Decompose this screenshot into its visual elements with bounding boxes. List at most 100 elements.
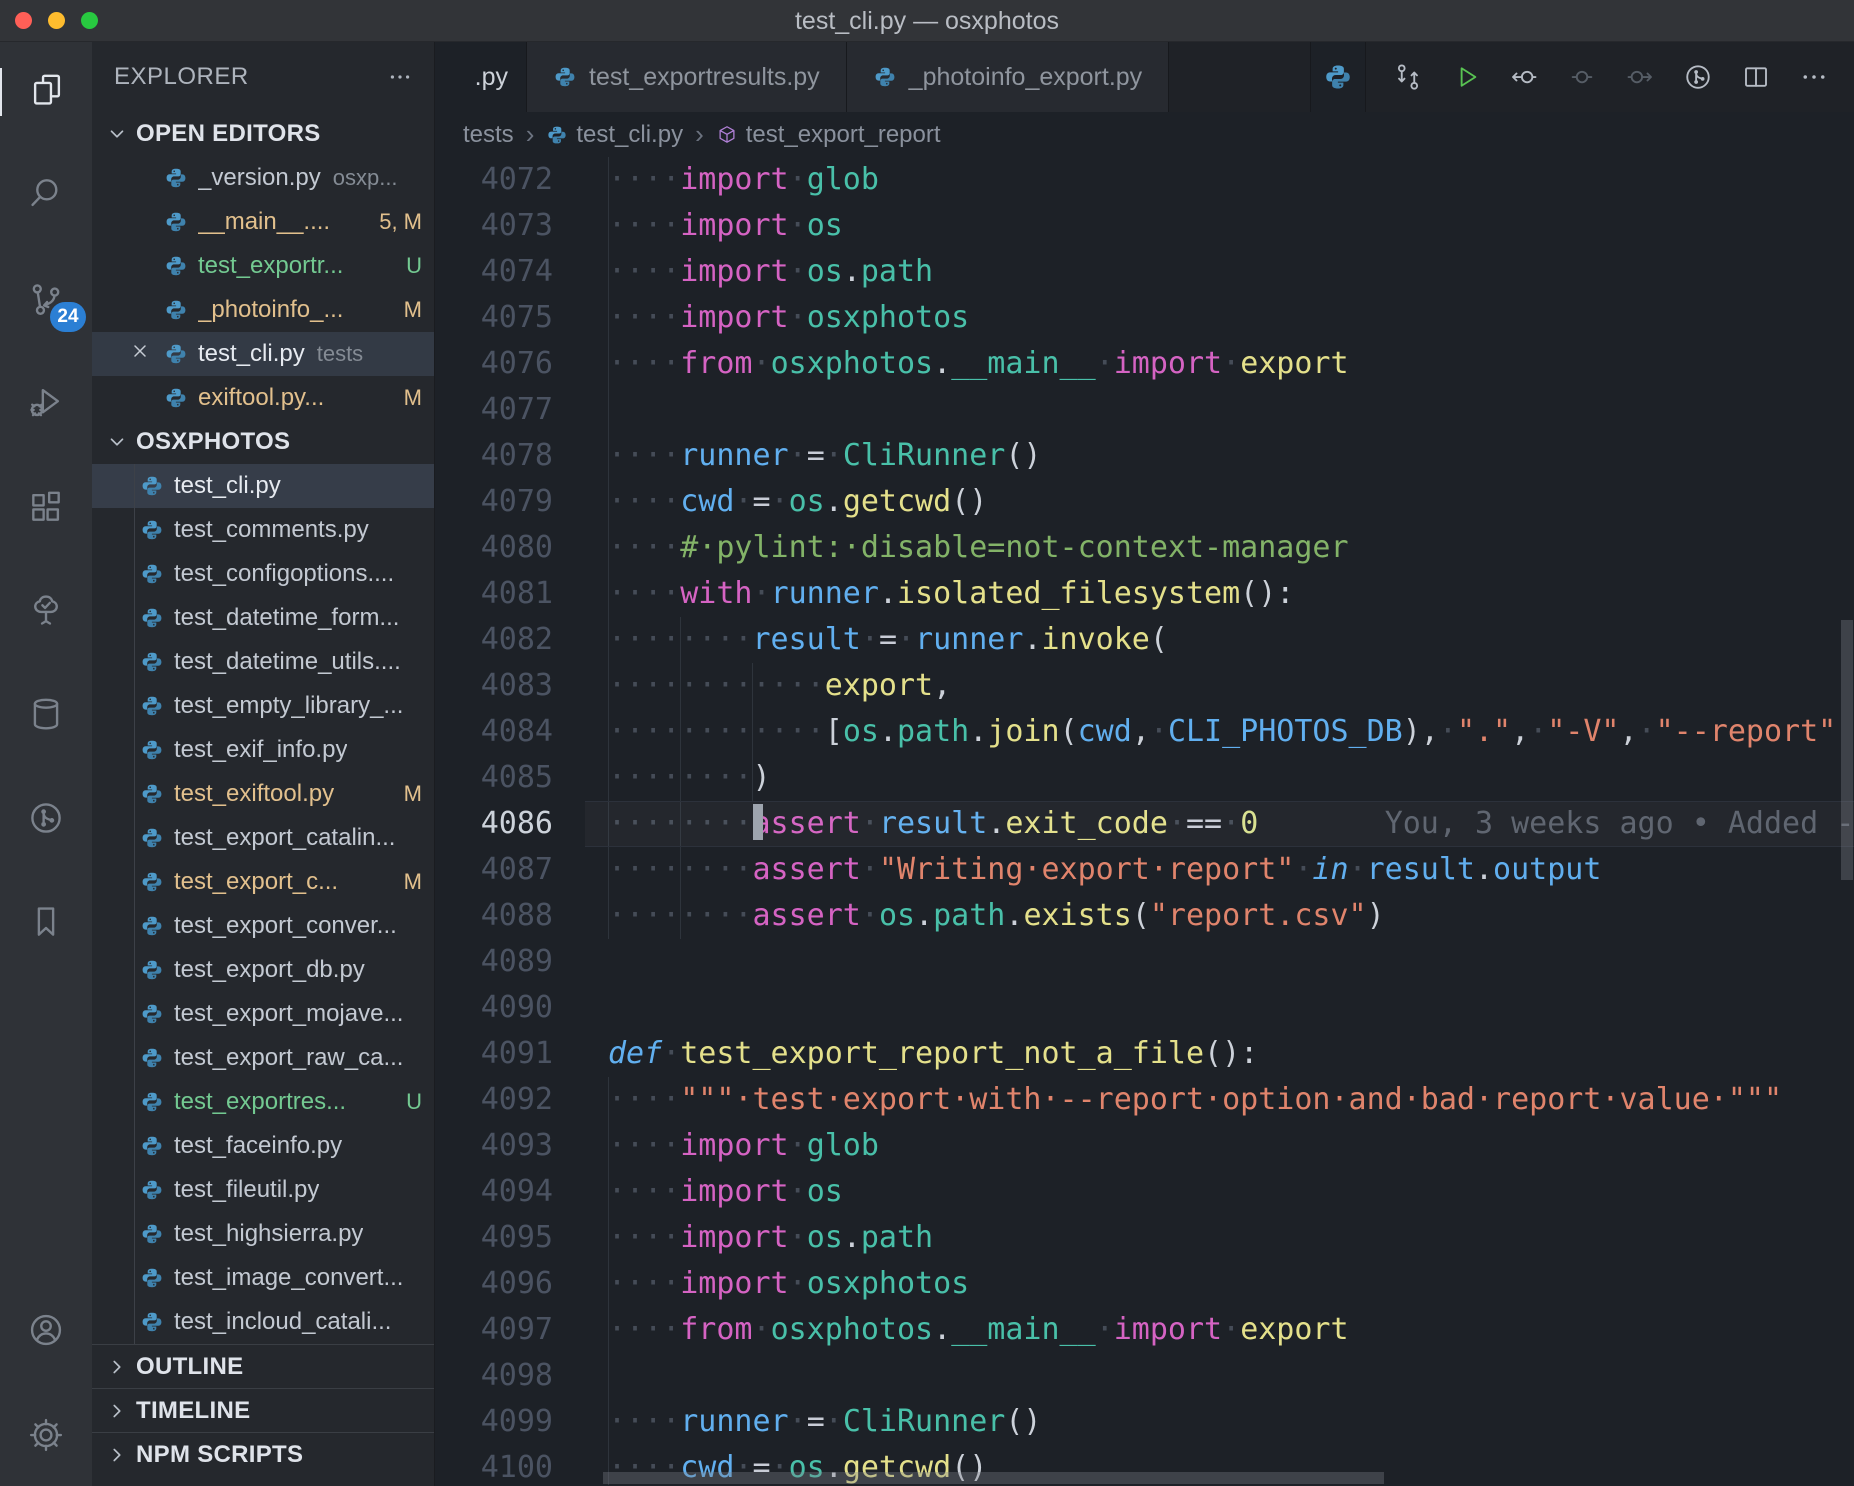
code-line-4081[interactable]: 4081····with·runner.isolated_filesystem(…	[435, 571, 1854, 617]
code-line-4097[interactable]: 4097····from·osxphotos.__main__·import·e…	[435, 1307, 1854, 1353]
code-line-4098[interactable]: 4098	[435, 1353, 1854, 1399]
code-line-4096[interactable]: 4096····import·osxphotos	[435, 1261, 1854, 1307]
breadcrumb-item[interactable]: test_cli.py	[546, 121, 683, 149]
code-line-4075[interactable]: 4075····import·osxphotos	[435, 295, 1854, 341]
tab-_photoinfo_export-py[interactable]: _photoinfo_export.py	[847, 42, 1170, 112]
code-line-4086[interactable]: 4086········assert·result.exit_code·==·0…	[435, 801, 1854, 847]
code-line-4087[interactable]: 4087········assert·"Writing·export·repor…	[435, 847, 1854, 893]
code-line-4085[interactable]: 4085········)	[435, 755, 1854, 801]
line-number: 4089	[435, 939, 553, 985]
git-graph-activity-item[interactable]	[0, 796, 92, 844]
file-tree-item[interactable]: test_image_convert...	[92, 1256, 434, 1300]
open-editor-item[interactable]: _photoinfo_...M	[92, 288, 434, 332]
python-file-icon	[164, 386, 188, 410]
section-header-outline[interactable]: OUTLINE	[92, 1344, 434, 1388]
breadcrumb-item[interactable]: test_export_report	[716, 121, 941, 149]
line-content: ····import·osxphotos	[553, 295, 969, 341]
search-icon	[27, 174, 65, 217]
breadcrumb-item[interactable]: tests	[463, 121, 514, 149]
split-editor-icon[interactable]	[1740, 54, 1772, 100]
nav-current-icon[interactable]	[1566, 54, 1598, 100]
database-activity-item[interactable]	[0, 692, 92, 740]
file-tree-item[interactable]: test_export_catalin...	[92, 816, 434, 860]
code-line-4077[interactable]: 4077	[435, 387, 1854, 433]
close-icon[interactable]	[130, 340, 150, 368]
file-tree-item[interactable]: test_empty_library_...	[92, 684, 434, 728]
code-line-4073[interactable]: 4073····import·os	[435, 203, 1854, 249]
nav-back-icon[interactable]	[1508, 54, 1540, 100]
file-tree-item[interactable]: test_cli.py	[92, 464, 434, 508]
file-tree-item[interactable]: test_exiftool.pyM	[92, 772, 434, 816]
file-tree-item[interactable]: test_export_c...M	[92, 860, 434, 904]
file-tree-item[interactable]: test_faceinfo.py	[92, 1124, 434, 1168]
code-line-4082[interactable]: 4082········result·=·runner.invoke(	[435, 617, 1854, 663]
open-editor-item[interactable]: __main__....5, M	[92, 200, 434, 244]
code-line-4094[interactable]: 4094····import·os	[435, 1169, 1854, 1215]
git-graph-circle-icon[interactable]	[1682, 54, 1714, 100]
section-header-timeline[interactable]: TIMELINE	[92, 1388, 434, 1432]
line-number: 4093	[435, 1123, 553, 1169]
file-tree-item[interactable]: test_datetime_utils....	[92, 640, 434, 684]
open-editor-item[interactable]: test_cli.pytests	[92, 332, 434, 376]
code-line-4080[interactable]: 4080····#·pylint:·disable=not-context-ma…	[435, 525, 1854, 571]
more-actions-icon[interactable]	[1798, 54, 1830, 100]
nav-forward-icon[interactable]	[1624, 54, 1656, 100]
tab-test_exportresults-py[interactable]: test_exportresults.py	[527, 42, 847, 112]
testing-activity-item[interactable]	[0, 588, 92, 636]
code-line-4088[interactable]: 4088········assert·os.path.exists("repor…	[435, 893, 1854, 939]
code-line-4090[interactable]: 4090	[435, 985, 1854, 1031]
file-tree-item[interactable]: test_export_raw_ca...	[92, 1036, 434, 1080]
editor-code-area[interactable]: 4072····import·glob4073····import·os4074…	[435, 157, 1854, 1486]
code-line-4099[interactable]: 4099····runner·=·CliRunner()	[435, 1399, 1854, 1445]
python-file-icon	[140, 1134, 164, 1158]
run-debug-activity-item[interactable]	[0, 380, 92, 428]
file-tree-item[interactable]: test_comments.py	[92, 508, 434, 552]
file-tree-item[interactable]: test_fileutil.py	[92, 1168, 434, 1212]
section-header-npm-scripts[interactable]: NPM SCRIPTS	[92, 1432, 434, 1476]
file-tree-item[interactable]: test_exif_info.py	[92, 728, 434, 772]
extensions-activity-item[interactable]	[0, 485, 92, 533]
settings-gear-activity-item[interactable]	[0, 1413, 92, 1461]
code-line-4083[interactable]: 4083············export,	[435, 663, 1854, 709]
explorer-more-actions-icon[interactable]	[382, 59, 418, 95]
account-activity-item[interactable]	[0, 1308, 92, 1356]
file-tree-item[interactable]: test_highsierra.py	[92, 1212, 434, 1256]
breadcrumb-separator: ›	[695, 119, 704, 150]
code-line-4074[interactable]: 4074····import·os.path	[435, 249, 1854, 295]
open-editors-section-header[interactable]: OPEN EDITORS	[92, 112, 434, 156]
code-line-4079[interactable]: 4079····cwd·=·os.getcwd()	[435, 479, 1854, 525]
code-line-4076[interactable]: 4076····from·osxphotos.__main__·import·e…	[435, 341, 1854, 387]
code-line-4072[interactable]: 4072····import·glob	[435, 157, 1854, 203]
run-icon[interactable]	[1450, 54, 1482, 100]
code-line-4093[interactable]: 4093····import·glob	[435, 1123, 1854, 1169]
open-editor-item[interactable]: _version.pyosxp...	[92, 156, 434, 200]
editor-toolbar	[1310, 42, 1830, 112]
open-changes-icon[interactable]	[1392, 54, 1424, 100]
file-tree-item[interactable]: test_configoptions....	[92, 552, 434, 596]
file-tree-item[interactable]: test_export_mojave...	[92, 992, 434, 1036]
file-tree-item[interactable]: test_exportres...U	[92, 1080, 434, 1124]
code-line-4091[interactable]: 4091def·test_export_report_not_a_file():	[435, 1031, 1854, 1077]
source-control-activity-item[interactable]: 24	[0, 278, 92, 326]
code-line-4078[interactable]: 4078····runner·=·CliRunner()	[435, 433, 1854, 479]
file-tree-item[interactable]: test_incloud_catali...	[92, 1300, 434, 1344]
bookmarks-activity-item[interactable]	[0, 900, 92, 948]
python-icon[interactable]	[1310, 42, 1366, 112]
horizontal-scrollbar[interactable]	[603, 1472, 1384, 1484]
file-tree-item[interactable]: test_datetime_form...	[92, 596, 434, 640]
folder-section-header[interactable]: OSXPHOTOS	[92, 420, 434, 464]
open-editor-item[interactable]: exiftool.py...M	[92, 376, 434, 420]
search-activity-item[interactable]	[0, 171, 92, 219]
code-line-4084[interactable]: 4084············[os.path.join(cwd,·CLI_P…	[435, 709, 1854, 755]
extensions-icon	[27, 488, 65, 531]
code-line-4092[interactable]: 4092····"""·test·export·with·--report·op…	[435, 1077, 1854, 1123]
file-tree-item[interactable]: test_export_db.py	[92, 948, 434, 992]
bookmarks-icon	[27, 903, 65, 946]
tab--py[interactable]: .py	[435, 42, 527, 112]
code-line-4089[interactable]: 4089	[435, 939, 1854, 985]
code-line-4095[interactable]: 4095····import·os.path	[435, 1215, 1854, 1261]
open-editor-item[interactable]: test_exportr...U	[92, 244, 434, 288]
files-activity-item[interactable]	[0, 68, 92, 116]
file-tree-item[interactable]: test_export_conver...	[92, 904, 434, 948]
vertical-scrollbar[interactable]	[1841, 620, 1853, 880]
